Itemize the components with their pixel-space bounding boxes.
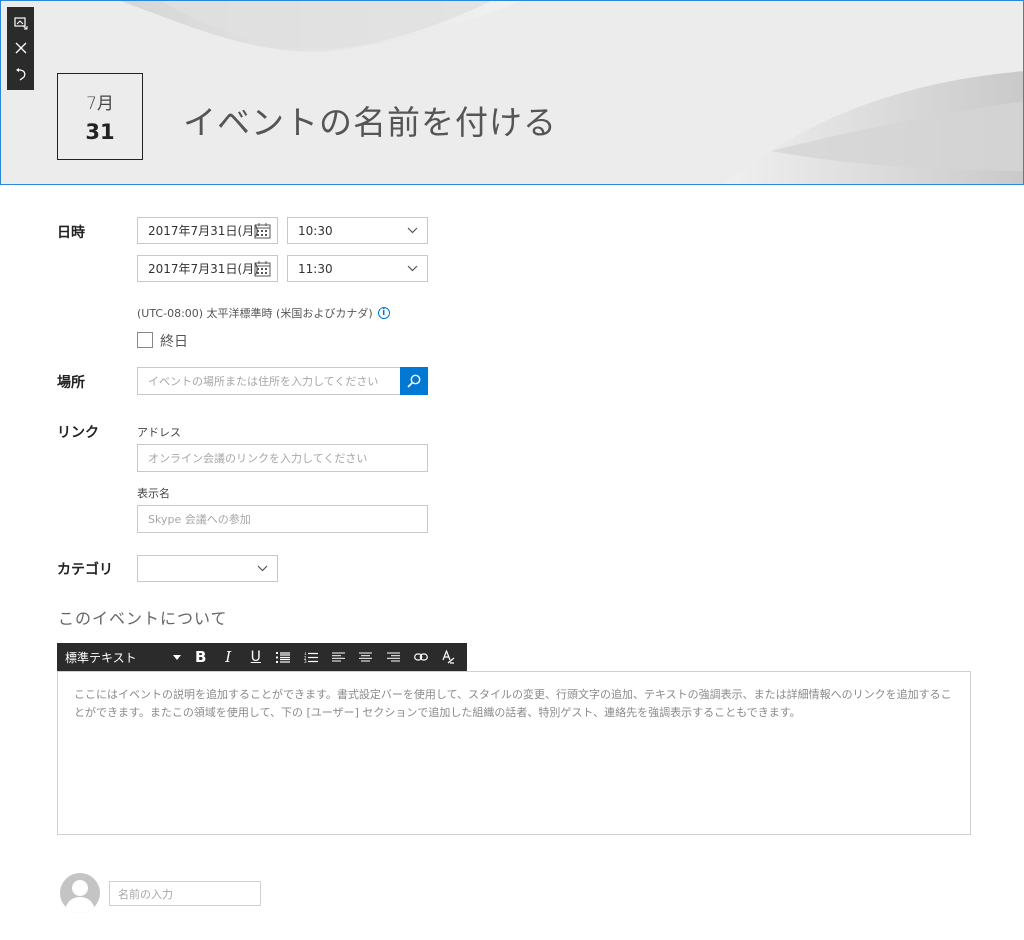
bullet-list-icon: [276, 651, 291, 663]
event-date-box: 7月 31: [57, 73, 143, 160]
start-time-select[interactable]: 10:30: [287, 217, 428, 244]
event-title-input[interactable]: イベントの名前を付ける: [183, 96, 557, 144]
align-left-button[interactable]: [325, 643, 353, 671]
about-section-title: このイベントについて: [58, 609, 228, 628]
link-label: リンク: [57, 425, 99, 441]
timezone-text: (UTC-08:00) 太平洋標準時 (米国およびカナダ) i: [137, 305, 390, 321]
event-month: 7月: [86, 94, 114, 114]
datetime-label: 日時: [57, 225, 85, 241]
timezone-label: (UTC-08:00) 太平洋標準時 (米国およびカナダ): [137, 307, 373, 320]
calendar-icon: [254, 261, 271, 277]
address-label: アドレス: [137, 426, 181, 439]
location-input[interactable]: イベントの場所または住所を入力してください: [137, 367, 401, 395]
banner-background-art: [121, 1, 1023, 184]
category-select[interactable]: [137, 555, 278, 582]
banner-edit-toolbar: [7, 7, 34, 90]
location-search-button[interactable]: [400, 367, 428, 395]
end-date-field[interactable]: 2017年7月31日(月): [137, 255, 278, 282]
end-time-value: 11:30: [298, 261, 333, 276]
all-day-label: 終日: [160, 334, 188, 350]
start-date-value: 2017年7月31日(月): [148, 224, 259, 238]
align-right-icon: [386, 652, 400, 662]
caret-down-icon: [173, 654, 181, 660]
address-placeholder: オンライン会議のリンクを入力してください: [148, 452, 368, 465]
chevron-down-icon: [257, 565, 268, 572]
person-icon: [64, 880, 96, 913]
clear-format-icon: [442, 650, 455, 664]
event-description-editor[interactable]: ここにはイベントの説明を追加することができます。書式設定バーを使用して、スタイル…: [57, 671, 971, 835]
start-time-value: 10:30: [298, 223, 333, 238]
text-style-value: 標準テキスト: [65, 650, 137, 665]
bullet-list-button[interactable]: [270, 643, 298, 671]
close-icon: [15, 43, 26, 54]
display-name-placeholder: Skype 会議への参加: [148, 513, 251, 526]
align-right-button[interactable]: [380, 643, 408, 671]
chevron-down-icon: [407, 265, 418, 272]
text-style-select[interactable]: 標準テキスト: [57, 643, 187, 671]
category-label: カテゴリ: [57, 562, 113, 578]
end-date-value: 2017年7月31日(月): [148, 262, 259, 276]
link-icon: [413, 653, 428, 661]
bold-button[interactable]: B: [187, 643, 215, 671]
undo-button[interactable]: [11, 64, 31, 84]
location-placeholder: イベントの場所または住所を入力してください: [148, 375, 379, 388]
display-name-input[interactable]: Skype 会議への参加: [137, 505, 428, 533]
replace-image-icon: [13, 17, 27, 30]
close-button[interactable]: [11, 38, 31, 58]
start-date-field[interactable]: 2017年7月31日(月): [137, 217, 278, 244]
search-icon: [407, 374, 421, 388]
underline-button[interactable]: U: [242, 643, 270, 671]
italic-icon: I: [225, 648, 232, 666]
event-day: 31: [85, 120, 115, 144]
end-time-select[interactable]: 11:30: [287, 255, 428, 282]
numbered-list-icon: 123: [304, 652, 318, 663]
author-name-placeholder: 名前の入力: [118, 887, 173, 901]
align-center-button[interactable]: [352, 643, 380, 671]
underline-icon: U: [250, 649, 261, 665]
info-icon[interactable]: i: [377, 307, 390, 319]
author-name-input[interactable]: 名前の入力: [109, 881, 261, 906]
description-placeholder: ここにはイベントの説明を追加することができます。書式設定バーを使用して、スタイル…: [74, 688, 952, 719]
align-center-icon: [359, 652, 373, 662]
insert-link-button[interactable]: [407, 643, 435, 671]
all-day-checkbox[interactable]: [137, 332, 153, 348]
svg-text:3: 3: [304, 659, 307, 663]
chevron-down-icon: [407, 227, 418, 234]
italic-button[interactable]: I: [215, 643, 243, 671]
numbered-list-button[interactable]: 123: [297, 643, 325, 671]
rich-text-toolbar: 標準テキスト B I U 123: [57, 643, 467, 671]
event-header-banner: 7月 31 イベントの名前を付ける: [0, 0, 1024, 185]
bold-icon: B: [195, 648, 207, 666]
clear-format-button[interactable]: [435, 643, 463, 671]
calendar-icon: [254, 223, 271, 239]
address-input[interactable]: オンライン会議のリンクを入力してください: [137, 444, 428, 472]
align-left-icon: [331, 652, 345, 662]
location-label: 場所: [57, 375, 85, 391]
display-name-label: 表示名: [137, 487, 170, 500]
avatar: [60, 873, 100, 913]
replace-image-button[interactable]: [11, 13, 31, 33]
undo-icon: [15, 67, 25, 81]
